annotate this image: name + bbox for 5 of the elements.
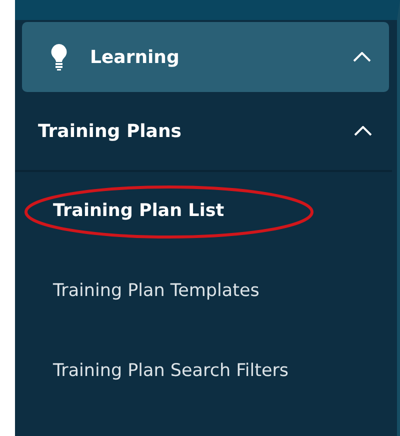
learning-menu-header[interactable]: Learning [22,22,389,92]
menu-item[interactable]: Training Plan Search Filters [53,356,313,386]
menu-item[interactable]: Training Plan Templates [53,276,313,306]
lightbulb-icon [50,43,68,71]
training-plans-menu-header[interactable]: Training Plans [15,92,392,172]
